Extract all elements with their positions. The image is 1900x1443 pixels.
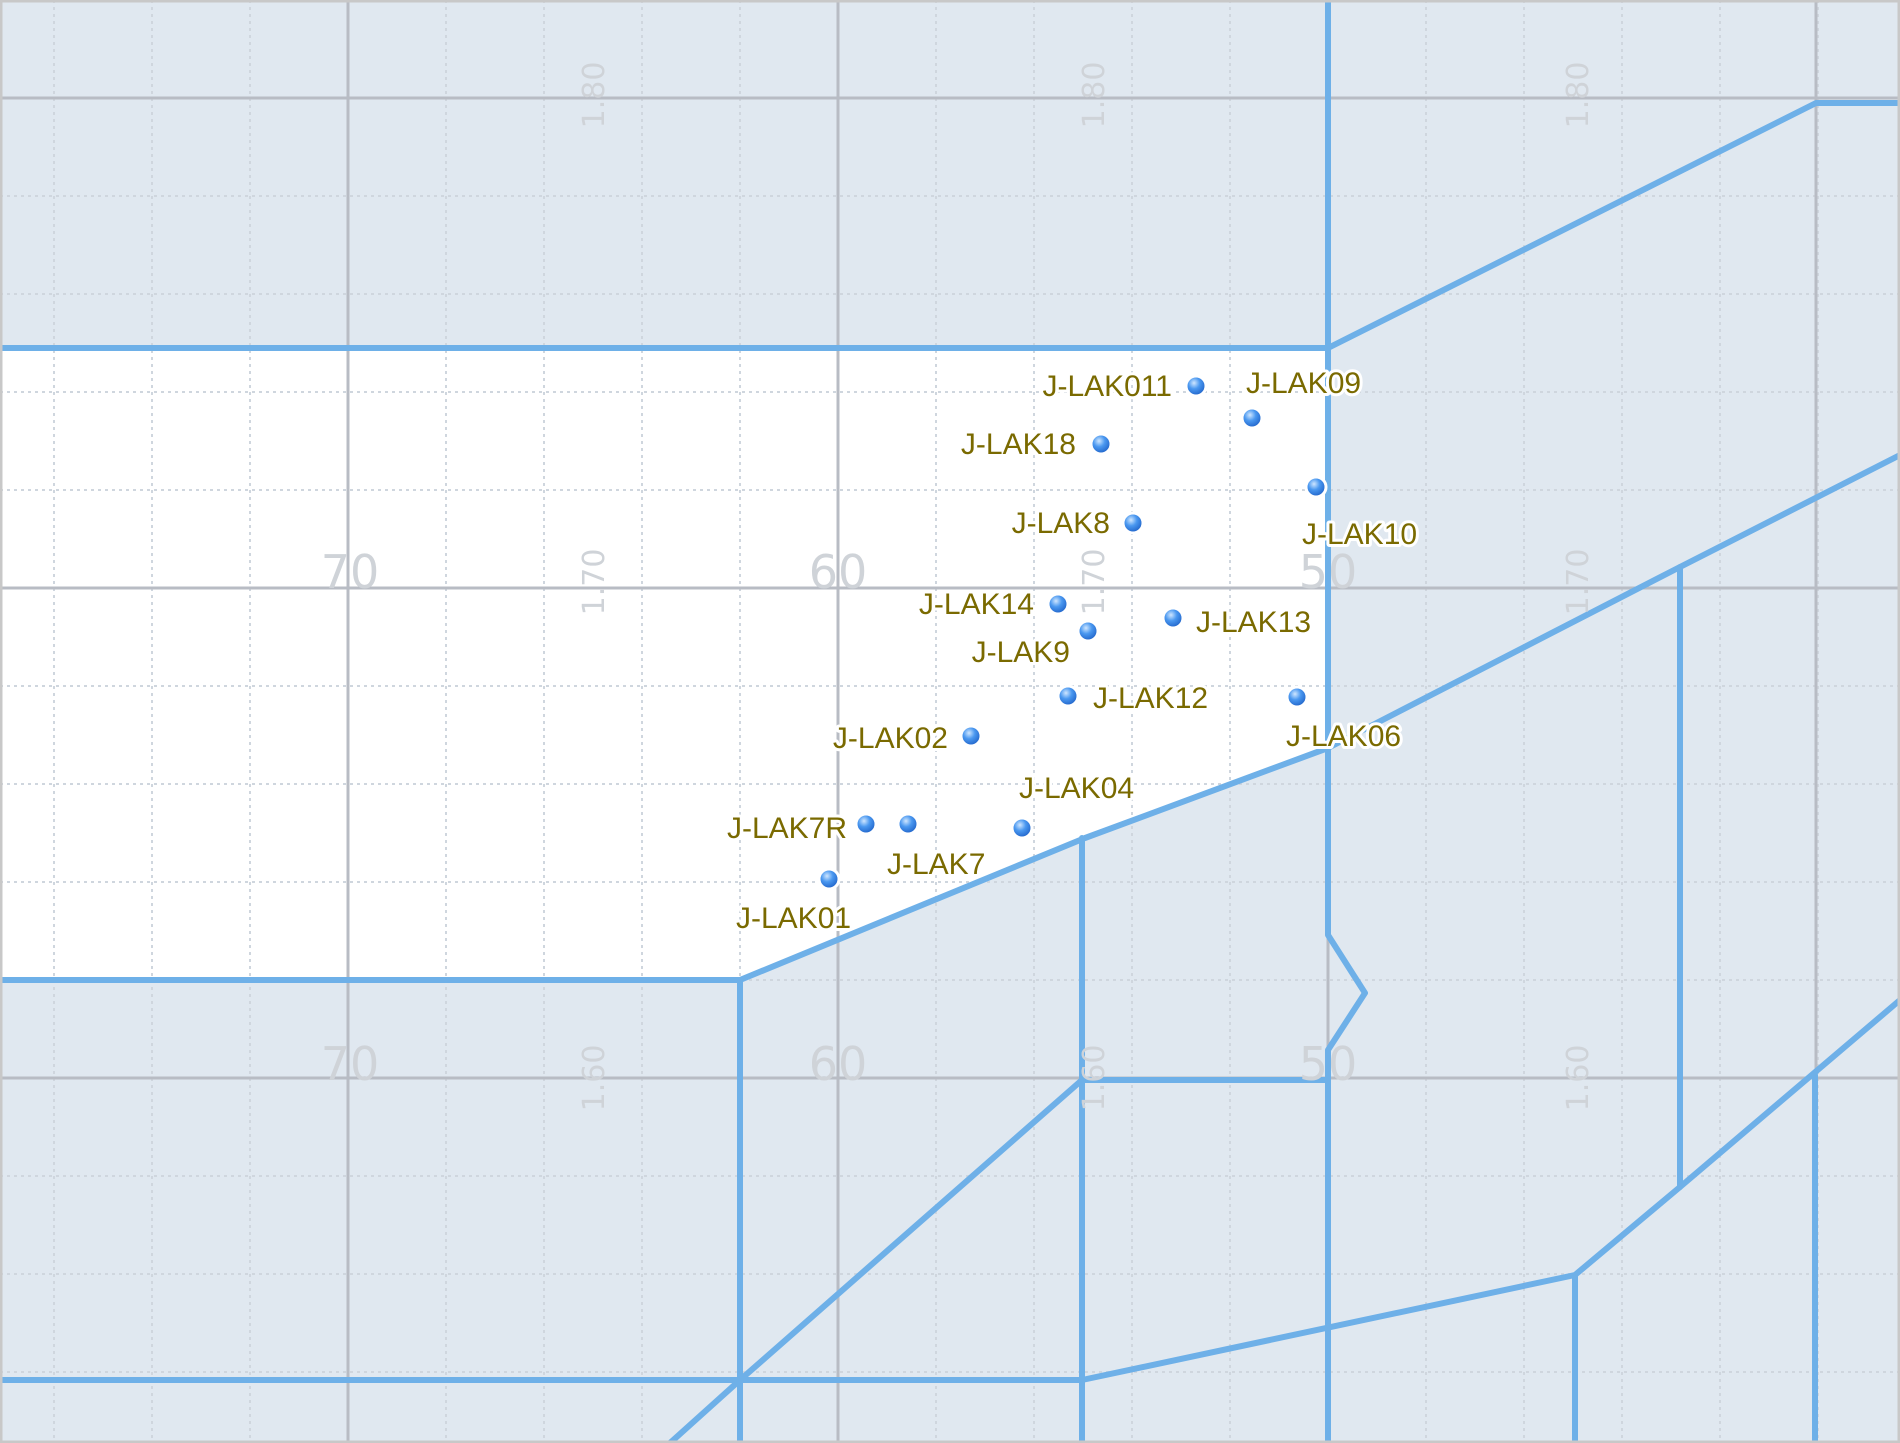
grid-label-60-bottom: 60	[809, 1037, 868, 1091]
waypoint-label-j-lak14: J-LAK14	[919, 588, 1034, 621]
grid-label-160-c: 1.60	[1561, 1045, 1596, 1112]
grid-label-170-b: 1.70	[1077, 549, 1112, 616]
map-canvas[interactable]: 70 60 50 70 60 50 1.80 1.80 1.80 1.70 1.…	[0, 0, 1900, 1443]
waypoint-label-j-lak7: J-LAK7	[887, 848, 985, 881]
grid-label-170-a: 1.70	[577, 549, 612, 616]
waypoint-marker-j-lak18[interactable]	[1089, 432, 1113, 456]
grid-label-180-c: 1.80	[1561, 62, 1596, 129]
waypoint-label-j-lak18: J-LAK18	[961, 428, 1076, 461]
grid-label-180-b: 1.80	[1077, 62, 1112, 129]
waypoint-marker-j-lak06[interactable]	[1285, 685, 1309, 709]
waypoint-label-j-lak8: J-LAK8	[1012, 507, 1110, 540]
waypoint-label-j-lak01: J-LAK01	[736, 902, 851, 935]
grid-label-170-c: 1.70	[1561, 549, 1596, 616]
waypoint-label-j-lak10: J-LAK10	[1302, 518, 1417, 551]
airspace-shading	[0, 0, 1900, 1443]
waypoint-label-j-lak7r: J-LAK7R	[727, 812, 847, 845]
waypoint-marker-j-lak10[interactable]	[1304, 475, 1328, 499]
waypoint-marker-j-lak02[interactable]	[959, 724, 983, 748]
waypoint-marker-j-lak14[interactable]	[1046, 592, 1070, 616]
waypoint-marker-j-lak7r[interactable]	[854, 812, 878, 836]
grid-label-160-b: 1.60	[1077, 1045, 1112, 1112]
waypoint-label-j-lak12: J-LAK12	[1093, 682, 1208, 715]
grid-label-180-a: 1.80	[577, 62, 612, 129]
grid-label-160-a: 1.60	[577, 1045, 612, 1112]
waypoint-marker-j-lak8[interactable]	[1121, 511, 1145, 535]
waypoint-label-j-lak13: J-LAK13	[1196, 606, 1311, 639]
grid-label-50-top: 50	[1299, 545, 1358, 599]
waypoint-marker-j-lak13[interactable]	[1161, 606, 1185, 630]
waypoint-marker-j-lak09[interactable]	[1240, 406, 1264, 430]
grid-label-60-top: 60	[809, 545, 868, 599]
waypoint-label-j-lak011: J-LAK011	[1042, 370, 1172, 403]
waypoint-label-j-lak06: J-LAK06	[1286, 720, 1401, 753]
grid-label-50-bottom: 50	[1299, 1037, 1358, 1091]
map-viewport[interactable]: 70 60 50 70 60 50 1.80 1.80 1.80 1.70 1.…	[0, 0, 1900, 1443]
grid-label-70-top: 70	[321, 545, 380, 599]
waypoint-marker-j-lak04[interactable]	[1010, 816, 1034, 840]
waypoint-marker-j-lak01[interactable]	[817, 867, 841, 891]
waypoint-label-j-lak04: J-LAK04	[1019, 772, 1134, 805]
waypoint-marker-j-lak7[interactable]	[896, 812, 920, 836]
waypoint-label-j-lak9: J-LAK9	[972, 636, 1070, 669]
grid-label-70-bottom: 70	[321, 1037, 380, 1091]
waypoint-marker-j-lak011[interactable]	[1184, 374, 1208, 398]
waypoint-marker-j-lak12[interactable]	[1056, 684, 1080, 708]
waypoint-label-j-lak09: J-LAK09	[1246, 367, 1361, 400]
waypoint-label-j-lak02: J-LAK02	[833, 722, 948, 755]
waypoint-marker-j-lak9[interactable]	[1076, 619, 1100, 643]
